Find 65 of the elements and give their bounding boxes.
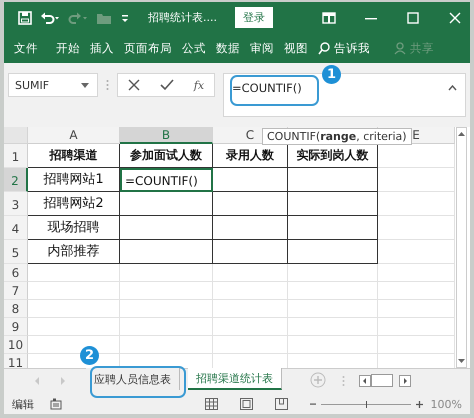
scroll-right-icon[interactable] — [399, 374, 411, 386]
ribbon-tab[interactable]: 开始 — [56, 40, 80, 56]
sheet-tab[interactable]: 招聘渠道统计表 — [188, 368, 282, 390]
row-header[interactable]: 5 — [4, 240, 28, 264]
table-cell: =COUNTIF() — [120, 168, 213, 192]
vertical-scrollbar[interactable] — [456, 127, 467, 368]
window-title: 招聘统计表.... — [148, 10, 217, 25]
row-header[interactable]: 9 — [4, 318, 28, 336]
maximize-icon[interactable] — [406, 12, 420, 24]
save-icon[interactable] — [18, 10, 32, 24]
macro-record-icon[interactable] — [50, 398, 62, 410]
zoom-out-icon[interactable] — [310, 401, 316, 407]
scroll-left-icon[interactable] — [359, 374, 371, 386]
drag-handle-icon[interactable] — [106, 79, 109, 91]
ribbon-tab[interactable]: 审阅 — [250, 40, 274, 56]
cancel-icon[interactable] — [128, 79, 140, 91]
insert-function-button[interactable]: fx — [194, 78, 204, 92]
zoom-in-icon[interactable] — [416, 400, 423, 408]
table-cell: 招聘网站2 — [28, 192, 120, 216]
mode-indicator: 编辑 — [12, 396, 34, 412]
column-header[interactable]: B — [120, 127, 213, 144]
table-cell: 参加面试人数 — [120, 144, 213, 168]
scroll-up-icon[interactable] — [457, 131, 466, 137]
ribbon-tab[interactable]: 页面布局 — [124, 40, 172, 56]
table-cell: 现场招聘 — [28, 216, 120, 240]
function-tooltip: COUNTIF(range, criteria) — [262, 128, 412, 145]
row-header[interactable]: 1 — [4, 144, 28, 168]
ribbon-tab[interactable]: 数据 — [216, 40, 240, 56]
name-box-value: SUMIF — [15, 78, 50, 92]
ribbon-tab[interactable]: 文件 — [14, 40, 38, 56]
row-header[interactable]: 3 — [4, 192, 28, 216]
row-header[interactable]: 7 — [4, 282, 28, 300]
page-layout-icon[interactable] — [240, 398, 253, 410]
row-header[interactable]: 6 — [4, 264, 28, 282]
close-icon[interactable] — [448, 12, 462, 24]
scroll-thumb[interactable] — [371, 374, 393, 387]
table-cell: 内部推荐 — [28, 240, 120, 264]
page-break-icon[interactable] — [274, 398, 288, 410]
normal-view-icon[interactable] — [204, 398, 218, 410]
table-cell: 招聘渠道 — [28, 144, 120, 168]
tell-me-search[interactable]: 告诉我 — [334, 40, 370, 56]
column-header[interactable]: A — [28, 127, 120, 144]
undo-icon[interactable] — [40, 10, 60, 24]
row-header[interactable]: 2 — [4, 168, 28, 192]
dropdown-caret-icon[interactable] — [81, 82, 89, 88]
sheet-tab[interactable]: 应聘人员信息表 — [86, 368, 180, 390]
scroll-down-icon[interactable] — [457, 358, 466, 364]
name-box[interactable]: SUMIF — [8, 73, 98, 97]
check-icon[interactable] — [160, 79, 174, 91]
row-header[interactable]: 8 — [4, 300, 28, 318]
table-cell: 招聘网站1 — [28, 168, 120, 192]
login-button[interactable]: 登录 — [235, 7, 273, 28]
redo-icon — [68, 10, 88, 24]
ribbon-display-icon[interactable] — [322, 12, 336, 24]
step-badge: 2 — [80, 346, 99, 365]
ribbon-tab[interactable]: 公式 — [182, 40, 206, 56]
collapse-icon[interactable] — [448, 85, 457, 91]
row-header[interactable]: 10 — [4, 336, 28, 354]
ribbon-tab[interactable]: 视图 — [284, 40, 308, 56]
formula-text: =COUNTIF() — [232, 81, 302, 95]
row-header[interactable]: 4 — [4, 216, 28, 240]
horizontal-scrollbar[interactable] — [359, 374, 411, 387]
search-icon[interactable] — [318, 42, 330, 54]
row-header[interactable]: 11 — [4, 354, 28, 368]
ribbon-tab[interactable]: 插入 — [90, 40, 114, 56]
